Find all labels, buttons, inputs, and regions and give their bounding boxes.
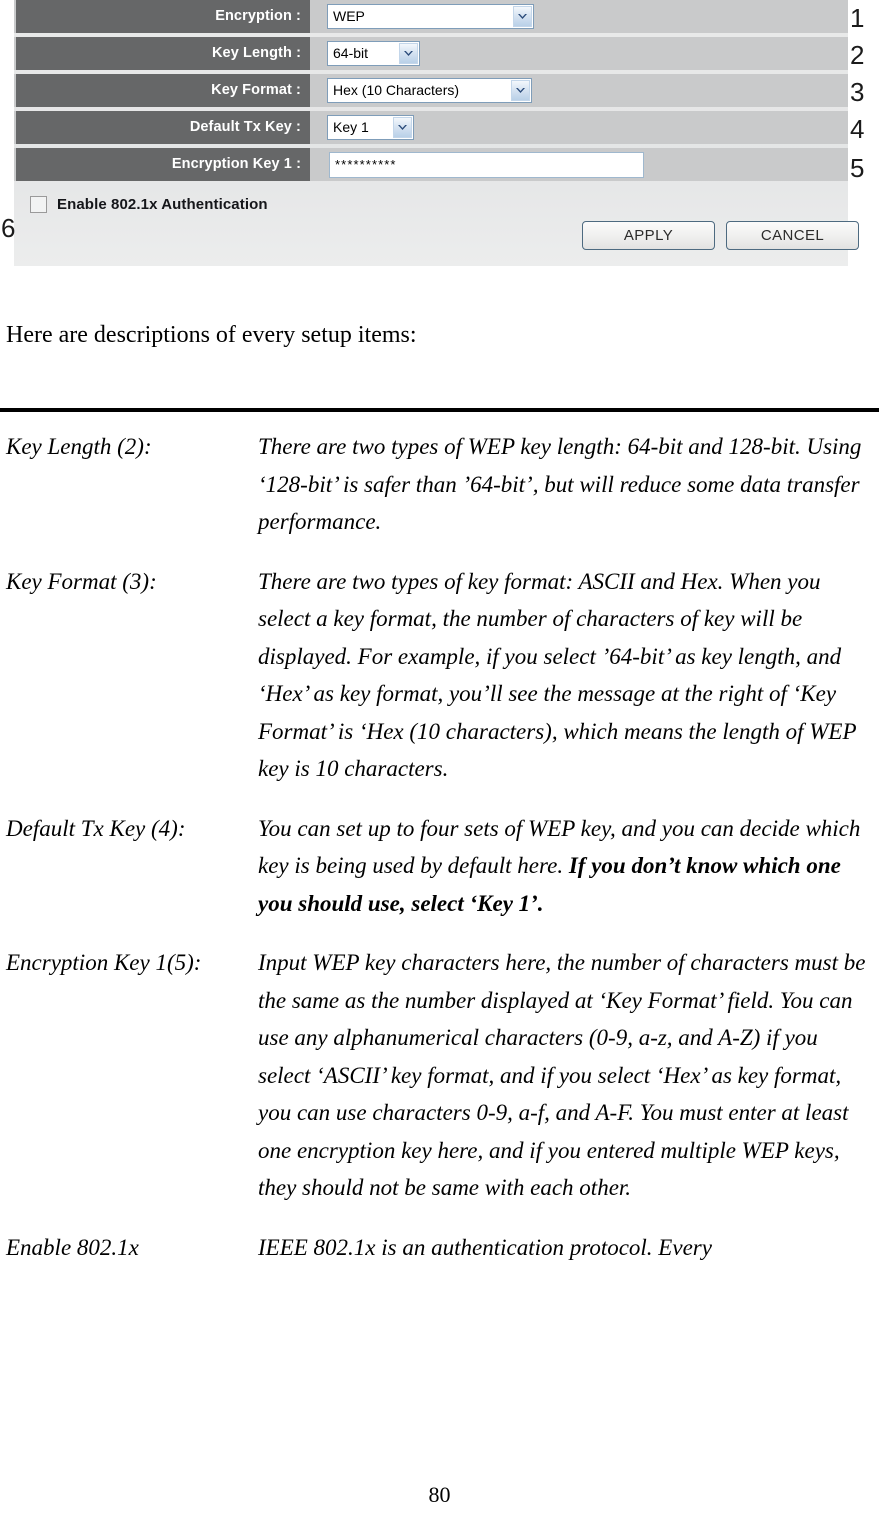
callout-number-4: 4 [850, 114, 865, 144]
label-default-tx-key: Default Tx Key : [16, 111, 310, 144]
key-format-select[interactable]: Hex (10 Characters) [327, 78, 532, 103]
description-entry: Key Length (2): There are two types of W… [0, 428, 879, 541]
label-encryption: Encryption : [16, 0, 310, 33]
callout-number-3: 3 [850, 77, 865, 107]
description-entry: Encryption Key 1(5): Input WEP key chara… [0, 944, 879, 1207]
cancel-button[interactable]: CANCEL [726, 221, 859, 250]
chevron-down-icon[interactable] [399, 43, 418, 64]
description-term: Default Tx Key (4): [6, 815, 186, 841]
form-row-key-length: Key Length : 64-bit [14, 37, 848, 70]
description-term: Enable 802.1x [6, 1234, 139, 1260]
encryption-select-value: WEP [333, 8, 365, 24]
callout-number-2: 2 [850, 40, 865, 70]
callout-number-6: 6 [1, 213, 16, 243]
label-key-length: Key Length : [16, 37, 310, 70]
chevron-down-icon[interactable] [511, 80, 530, 101]
form-row-key-format: Key Format : Hex (10 Characters) [14, 74, 848, 107]
intro-paragraph: Here are descriptions of every setup ite… [6, 322, 417, 348]
description-entry: Enable 802.1x IEEE 802.1x is an authenti… [0, 1229, 879, 1267]
description-body: There are two types of WEP key length: 6… [258, 434, 862, 534]
key-format-select-value: Hex (10 Characters) [333, 82, 460, 98]
setup-item-descriptions: Key Length (2): There are two types of W… [0, 428, 879, 1288]
settings-form: Encryption : WEP Key Length : 64-bit Key… [14, 0, 848, 190]
default-tx-key-select[interactable]: Key 1 [327, 115, 414, 140]
description-body: IEEE 802.1x is an authentication protoco… [258, 1234, 712, 1260]
section-divider [0, 408, 879, 412]
key-length-select[interactable]: 64-bit [327, 41, 420, 66]
description-entry: Key Format (3): There are two types of k… [0, 563, 879, 788]
page-number: 80 [428, 1482, 451, 1507]
description-entry: Default Tx Key (4): You can set up to fo… [0, 810, 879, 923]
apply-button[interactable]: APPLY [582, 221, 715, 250]
description-body: There are two types of key format: ASCII… [258, 568, 857, 782]
callout-number-1: 1 [850, 3, 865, 33]
callout-number-5: 5 [850, 153, 865, 183]
description-term: Key Format (3): [6, 568, 157, 594]
description-body: Input WEP key characters here, the numbe… [258, 950, 866, 1200]
encryption-key-1-input[interactable]: ********** [329, 152, 644, 178]
description-term: Encryption Key 1(5): [6, 950, 202, 975]
wep-settings-panel: Encryption : WEP Key Length : 64-bit Key… [14, 0, 859, 266]
default-tx-key-select-value: Key 1 [333, 119, 369, 135]
enable-8021x-checkbox[interactable] [30, 196, 47, 213]
chevron-down-icon[interactable] [393, 117, 412, 138]
key-length-select-value: 64-bit [333, 45, 369, 61]
chevron-down-icon[interactable] [513, 6, 532, 27]
encryption-select[interactable]: WEP [327, 4, 534, 29]
enable-8021x-row: Enable 802.1x Authentication [14, 192, 848, 220]
enable-8021x-label: Enable 802.1x Authentication [57, 196, 268, 213]
form-row-encryption: Encryption : WEP [14, 0, 848, 33]
label-key-format: Key Format : [16, 74, 310, 107]
router-setup-screenshot: Encryption : WEP Key Length : 64-bit Key… [0, 0, 879, 268]
label-encryption-key-1: Encryption Key 1 : [16, 148, 310, 181]
form-row-default-tx-key: Default Tx Key : Key 1 [14, 111, 848, 144]
description-body: You can set up to four sets of WEP key, … [258, 810, 875, 923]
description-term: Key Length (2): [6, 434, 152, 459]
